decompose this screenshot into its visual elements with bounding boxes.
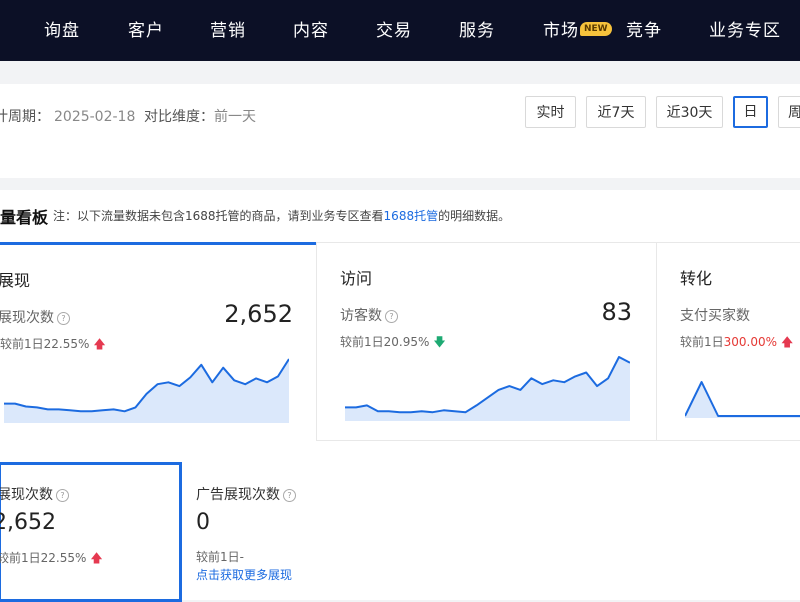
metric-label-text: 展现次数 — [0, 310, 54, 326]
nav-item-competition[interactable]: 竞争 — [626, 0, 662, 61]
new-badge: NEW — [580, 22, 612, 36]
get-more-exposure-link[interactable]: 点击获取更多展现 — [196, 566, 292, 583]
compare-prefix: 较前1日 — [340, 335, 384, 349]
dashboard-note: 注：以下流量数据未包含1688托管的商品，请到业务专区查看1688托管的明细数据… — [53, 207, 510, 224]
compare-pct: 20.95% — [383, 335, 430, 349]
help-icon[interactable]: ? — [283, 489, 296, 502]
compare-value[interactable]: 前一天 — [214, 109, 256, 125]
conversion-sparkline — [685, 381, 800, 418]
help-icon[interactable]: ? — [56, 489, 69, 502]
exposure-sparkline — [4, 358, 289, 423]
arrow-up-icon: 🡅 — [93, 337, 106, 351]
metric-label-text: 访客数 — [340, 308, 382, 324]
nav-item-content[interactable]: 内容 — [293, 0, 329, 61]
range-realtime-button[interactable]: 实时 — [525, 96, 576, 128]
sub-title-text: 广告展现次数 — [196, 487, 280, 503]
compare-prefix: 较前1日 — [0, 551, 41, 565]
nav-item-customer[interactable]: 客户 — [128, 0, 164, 61]
metric-label-text: 支付买家数 — [680, 308, 750, 324]
arrow-up-icon: 🡅 — [90, 551, 103, 565]
compare-label: 对比维度： — [144, 109, 214, 125]
nav-item-inquiry[interactable]: 询盘 — [44, 0, 80, 61]
nav-item-market[interactable]: 市场 — [543, 0, 579, 61]
period-value[interactable]: 2025-02-18 — [54, 109, 135, 125]
compare-pct: 300.00% — [723, 335, 778, 349]
arrow-down-icon: 🡇 — [433, 335, 446, 349]
help-icon[interactable]: ? — [57, 312, 70, 325]
metric-label: 展现次数? — [0, 307, 70, 327]
sub-card-ad-exposure[interactable]: 广告展现次数? 0 较前1日- 点击获取更多展现 — [196, 462, 396, 600]
metric-label: 访客数? — [340, 305, 398, 325]
compare-pct: 22.55% — [43, 337, 90, 351]
arrow-up-icon: 🡅 — [781, 335, 794, 349]
metric-compare: 较前1日20.95% 🡇 — [340, 333, 446, 354]
metric-compare: 较前1日300.00% 🡅 — [680, 333, 793, 354]
sub-card-exposure-count[interactable]: 展现次数? 2,652 较前1日22.55%🡅 — [0, 462, 182, 602]
nav-item-trade[interactable]: 交易 — [376, 0, 412, 61]
nav-item-business-zone[interactable]: 业务专区 — [709, 0, 781, 61]
range-week-button[interactable]: 周 — [778, 96, 800, 128]
range-day-button[interactable]: 日 — [733, 96, 768, 128]
dashboard-title: 量看板 — [0, 208, 49, 227]
compare-prefix: 较前1日 — [680, 335, 724, 349]
top-nav: 询盘 客户 营销 内容 交易 服务 市场 NEW 竞争 业务专区 — [0, 0, 800, 61]
range-30days-button[interactable]: 近30天 — [656, 96, 723, 128]
visits-sparkline — [345, 356, 630, 421]
help-icon[interactable]: ? — [385, 310, 398, 323]
card-title: 转化 — [680, 269, 713, 288]
note-link[interactable]: 1688托管 — [384, 209, 439, 223]
nav-item-marketing[interactable]: 营销 — [210, 0, 246, 61]
card-title: 展现 — [0, 271, 31, 290]
compare-pct: 22.55% — [40, 551, 87, 565]
sub-card-compare: 较前1日22.55% 🡅 — [0, 549, 103, 570]
sub-title-text: 展现次数 — [0, 487, 53, 503]
sub-card-compare: 较前1日- — [196, 550, 244, 564]
metric-value: 2,652 — [224, 300, 293, 328]
compare-prefix: 较前1日 — [0, 337, 44, 351]
note-text: 注：以下流量数据未包含1688托管的商品，请到业务专区查看 — [53, 209, 384, 223]
sub-card-title: 广告展现次数? — [196, 484, 296, 504]
metric-card-exposure[interactable]: 展现 展现次数? 2,652 较前1日22.55% 🡅 — [0, 242, 317, 441]
period-label: 计周期： — [0, 109, 50, 125]
nav-item-service[interactable]: 服务 — [459, 0, 495, 61]
stat-period: 计周期： 2025-02-18 — [0, 106, 135, 126]
metric-label: 支付买家数 — [680, 305, 750, 325]
metric-compare: 较前1日22.55% 🡅 — [0, 335, 106, 356]
compare-dimension: 对比维度：前一天 — [144, 106, 256, 126]
sparkline-area — [4, 359, 289, 423]
metric-card-visits[interactable]: 访问 访客数? 83 较前1日20.95% 🡇 — [316, 242, 657, 441]
sub-card-value: 0 — [196, 510, 210, 535]
filter-bar: 计周期： 2025-02-18 对比维度：前一天 实时 近7天 近30天 日 周 — [0, 84, 800, 178]
sub-card-title: 展现次数? — [0, 484, 69, 504]
metric-card-conversion[interactable]: 转化 支付买家数 较前1日300.00% 🡅 — [656, 242, 800, 441]
card-title: 访问 — [340, 269, 373, 288]
sparkline-area — [685, 382, 800, 418]
range-7days-button[interactable]: 近7天 — [586, 96, 646, 128]
metric-value: 83 — [601, 298, 632, 326]
sub-card-value: 2,652 — [0, 510, 56, 535]
note-suffix: 的明细数据。 — [438, 209, 511, 223]
